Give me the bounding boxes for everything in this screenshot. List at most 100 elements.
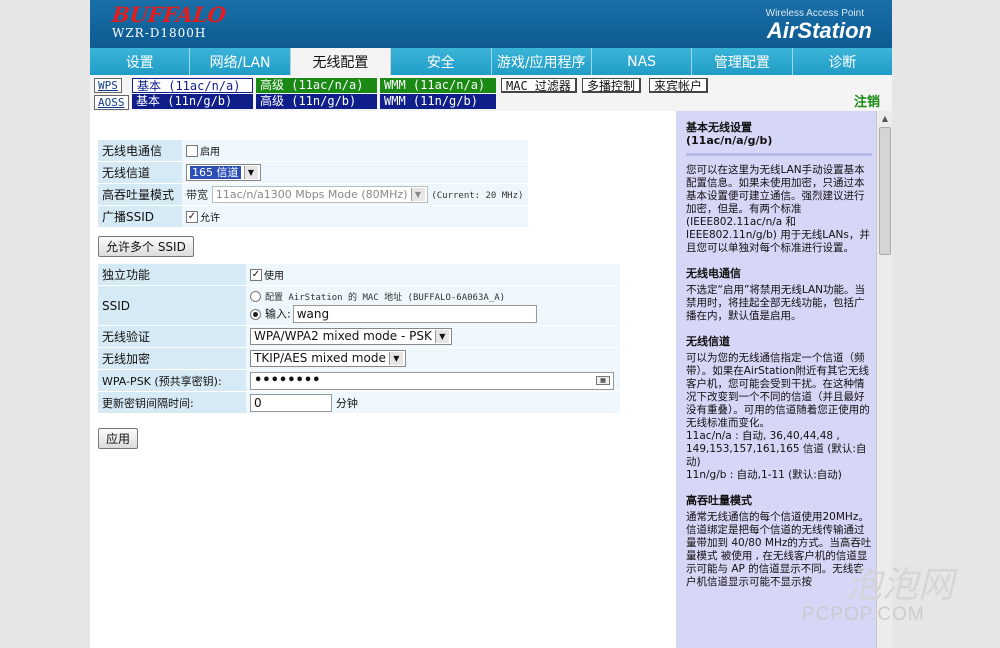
model-name: WZR-D1800H	[112, 26, 207, 40]
bandwidth-value: 11ac/n/a1300 Mbps Mode (80MHz)	[215, 188, 408, 201]
apply-button[interactable]: 应用	[98, 428, 139, 449]
ssid-option-input: 输入: wang	[250, 304, 616, 324]
tab-security[interactable]: 安全	[391, 48, 492, 75]
broadcast-allow-label: 允许	[200, 213, 220, 224]
tab-setup[interactable]: 设置	[90, 48, 191, 75]
subnav-advanced-ac[interactable]: 高级 (11ac/n/a)	[256, 78, 377, 93]
rekey-input[interactable]: 0	[250, 393, 332, 412]
separate-label: 独立功能	[98, 264, 246, 286]
help-channel-a: 11ac/n/a : 自动, 36,40,44,48 , 149,153,157…	[686, 430, 867, 468]
tab-diagnostics[interactable]: 诊断	[792, 48, 892, 75]
ssid-option-mac: 配置 AirStation 的 MAC 地址 (BUFFALO-6A063A_A…	[250, 288, 616, 304]
enc-cell: TKIP/AES mixed mode ▼	[246, 348, 620, 370]
help-title-2: (11ac/n/a/g/b)	[686, 134, 773, 147]
keyboard-icon[interactable]: ▦	[596, 375, 610, 385]
subnav-mac-filter[interactable]: MAC 过滤器	[501, 78, 577, 93]
multi-ssid-button[interactable]: 允许多个 SSID	[98, 236, 194, 257]
subnav-basic-ac[interactable]: 基本 (11ac/n/a)	[132, 78, 253, 93]
ssid-label: SSID	[98, 286, 246, 326]
help-content: 基本无线设置 (11ac/n/a/g/b) 您可以在这里为无线LAN手动设置基本配…	[686, 121, 872, 601]
radio-label: 无线电通信	[98, 140, 182, 162]
ssid-input[interactable]: wang	[292, 305, 537, 323]
current-bandwidth: (Current: 20 MHz)	[431, 191, 524, 201]
tab-network-lan[interactable]: 网络/LAN	[190, 48, 291, 75]
help-throughput-heading: 高吞吐量模式	[686, 494, 752, 507]
rekey-unit: 分钟	[335, 396, 358, 410]
scroll-thumb[interactable]	[879, 127, 891, 255]
settings-content: 无线电通信 启用 无线信道 165 信道 ▼ 高吞吐量模式 带宽 11ac/n/a…	[90, 111, 676, 648]
help-channel-g: 11n/g/b : 自动,1-11 (默认:自动)	[686, 469, 842, 481]
sub-nav: WPS AOSS 基本 (11ac/n/a) 高级 (11ac/n/a) WMM…	[90, 75, 892, 111]
row-radio: 无线电通信 启用	[98, 140, 528, 162]
radio-cell: 启用	[182, 140, 528, 162]
separate-checkbox[interactable]: ✓	[250, 268, 262, 281]
enc-value: TKIP/AES mixed mode	[254, 351, 386, 365]
bandwidth-label: 带宽	[186, 188, 208, 202]
ssid-mac-radio[interactable]	[250, 290, 261, 302]
row-rekey: 更新密钥间隔时间: 0 分钟	[98, 392, 620, 414]
help-title: 基本无线设置 (11ac/n/a/g/b)	[686, 121, 872, 147]
watermark: 泡泡网 PCPOP.COM	[776, 556, 996, 646]
left-background	[0, 0, 90, 648]
main-nav: 设置 网络/LAN 无线配置 安全 游戏/应用程序 NAS 管理配置 诊断	[90, 48, 892, 75]
row-auth: 无线验证 WPA/WPA2 mixed mode - PSK ▼	[98, 326, 620, 348]
enc-label: 无线加密	[98, 348, 246, 370]
row-encryption: 无线加密 TKIP/AES mixed mode ▼	[98, 348, 620, 370]
tab-wireless[interactable]: 无线配置	[290, 48, 392, 75]
psk-cell: •••••••• ▦	[246, 370, 620, 392]
bandwidth-select[interactable]: 11ac/n/a1300 Mbps Mode (80MHz) ▼	[211, 186, 428, 203]
subnav-multicast[interactable]: 多播控制	[582, 78, 642, 93]
logout-link[interactable]: 注销	[854, 91, 880, 110]
radio-enable-checkbox[interactable]	[186, 144, 198, 157]
watermark-cn: 泡泡网	[846, 565, 955, 606]
subnav-basic-ng[interactable]: 基本 (11n/g/b)	[132, 94, 253, 109]
separate-use-label: 使用	[264, 271, 284, 282]
help-radio-text: 不选定“启用”将禁用无线LAN功能。当禁用时，将挂起全部无线功能，包括广播在内，…	[686, 284, 866, 322]
auth-select[interactable]: WPA/WPA2 mixed mode - PSK ▼	[250, 328, 452, 345]
row-channel: 无线信道 165 信道 ▼	[98, 162, 528, 184]
ssid-mac-label: 配置 AirStation 的 MAC 地址 (BUFFALO-6A063A_A…	[265, 292, 506, 303]
help-divider	[686, 153, 872, 156]
throughput-cell: 带宽 11ac/n/a1300 Mbps Mode (80MHz) ▼ (Curr…	[182, 184, 528, 206]
chevron-down-icon: ▼	[388, 352, 403, 365]
auth-cell: WPA/WPA2 mixed mode - PSK ▼	[246, 326, 620, 348]
chevron-down-icon: ▼	[434, 330, 449, 343]
tab-admin[interactable]: 管理配置	[692, 48, 793, 75]
help-intro: 您可以在这里为无线LAN手动设置基本配置信息。如果未使用加密，只通过本基本设置便…	[686, 164, 870, 254]
chevron-down-icon: ▼	[243, 166, 258, 179]
row-ssid: SSID 配置 AirStation 的 MAC 地址 (BUFFALO-6A0…	[98, 286, 620, 326]
row-broadcast: 广播SSID ✓ 允许	[98, 206, 528, 228]
rekey-label: 更新密钥间隔时间:	[98, 392, 246, 414]
router-page: BUFFALO WZR-D1800H Wireless Access Point…	[90, 0, 892, 648]
tab-games-apps[interactable]: 游戏/应用程序	[491, 48, 592, 75]
airstation-logo: AirStation	[766, 18, 872, 43]
basic-settings-table: 无线电通信 启用 无线信道 165 信道 ▼ 高吞吐量模式 带宽 11ac/n/a…	[98, 140, 528, 228]
psk-input[interactable]: •••••••• ▦	[250, 371, 614, 390]
row-throughput: 高吞吐量模式 带宽 11ac/n/a1300 Mbps Mode (80MHz)…	[98, 184, 528, 206]
header: BUFFALO WZR-D1800H Wireless Access Point…	[90, 0, 892, 48]
broadcast-checkbox[interactable]: ✓	[186, 210, 198, 223]
subnav-wps[interactable]: WPS	[94, 78, 122, 93]
enc-select[interactable]: TKIP/AES mixed mode ▼	[250, 350, 406, 367]
auth-label: 无线验证	[98, 326, 246, 348]
channel-value: 165 信道	[190, 166, 241, 179]
subnav-guest[interactable]: 来宾帐户	[649, 78, 709, 93]
channel-select[interactable]: 165 信道 ▼	[186, 164, 261, 181]
chevron-down-icon: ▼	[410, 188, 425, 201]
ssid-input-radio[interactable]	[250, 308, 261, 320]
right-background	[892, 0, 1000, 648]
psk-label: WPA-PSK (预共享密钥):	[98, 370, 246, 392]
help-radio-heading: 无线电通信	[686, 267, 741, 280]
throughput-label: 高吞吐量模式	[98, 184, 182, 206]
subnav-wmm-ac[interactable]: WMM (11ac/n/a)	[380, 78, 496, 93]
subnav-advanced-ng[interactable]: 高级 (11n/g/b)	[256, 94, 377, 109]
auth-value: WPA/WPA2 mixed mode - PSK	[254, 329, 432, 343]
tab-nas[interactable]: NAS	[591, 48, 693, 75]
help-title-1: 基本无线设置	[686, 121, 752, 134]
subnav-aoss[interactable]: AOSS	[94, 95, 129, 110]
broadcast-label: 广播SSID	[98, 206, 182, 228]
scroll-up-icon[interactable]: ▲	[878, 112, 892, 126]
broadcast-cell: ✓ 允许	[182, 206, 528, 228]
subnav-wmm-ng[interactable]: WMM (11n/g/b)	[380, 94, 496, 109]
help-channel-heading: 无线信道	[686, 335, 730, 348]
